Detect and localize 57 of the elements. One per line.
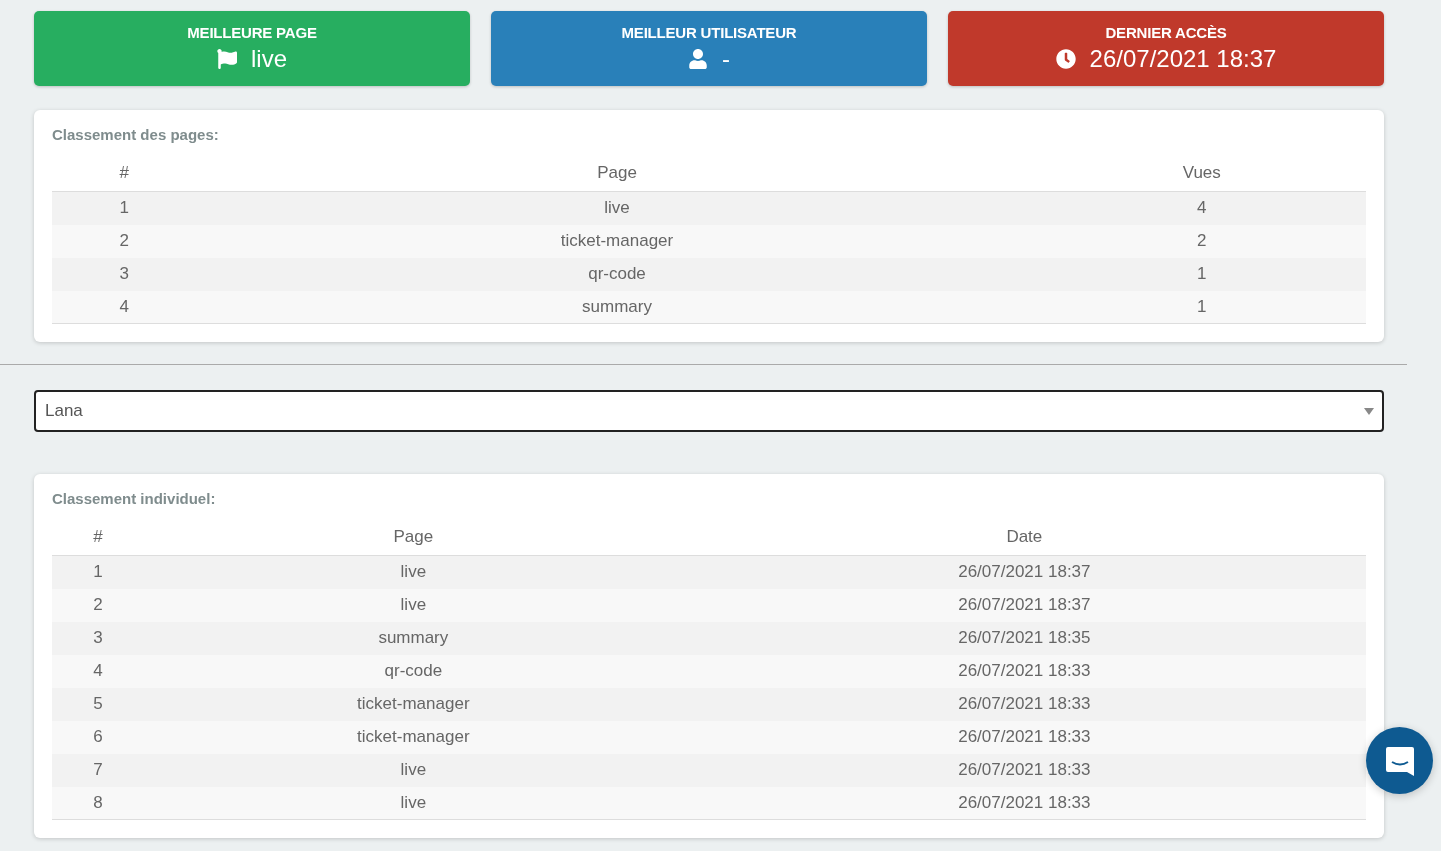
table-cell: 3 [52, 257, 197, 291]
table-cell: 1 [52, 555, 144, 589]
column-header: Page [196, 163, 1038, 192]
table-cell: 5 [52, 687, 144, 721]
table-cell: summary [196, 290, 1038, 324]
table-cell: 8 [52, 786, 144, 820]
table-cell: 1 [1037, 257, 1366, 291]
column-header: Page [143, 527, 683, 556]
table-cell: 26/07/2021 18:33 [682, 720, 1366, 754]
table-cell: 3 [52, 621, 144, 655]
table-cell: qr-code [143, 654, 683, 688]
table-cell: 26/07/2021 18:33 [682, 786, 1366, 820]
flag-icon [217, 49, 237, 69]
table-cell: qr-code [196, 257, 1038, 291]
table-cell: live [143, 753, 683, 787]
column-header: # [52, 527, 144, 556]
card-title: Classement des pages: [52, 126, 220, 143]
caret-icon [1364, 407, 1374, 415]
table-cell: 2 [52, 588, 144, 622]
table-cell: summary [143, 621, 683, 655]
table-cell: live [143, 786, 683, 820]
table-cell: 1 [52, 191, 197, 225]
stat-title: MEILLEUR UTILISATEUR [621, 24, 797, 41]
table-cell: live [143, 555, 683, 589]
table-cell: 26/07/2021 18:37 [682, 555, 1366, 589]
table-cell: 2 [52, 224, 197, 258]
table-cell: 26/07/2021 18:37 [682, 588, 1366, 622]
card-title: Classement individuel: [52, 490, 217, 507]
table-cell: 26/07/2021 18:33 [682, 753, 1366, 787]
chat-button[interactable] [1366, 727, 1433, 794]
column-header: # [52, 163, 197, 192]
table-cell: live [143, 588, 683, 622]
table-cell: ticket-manager [196, 224, 1038, 258]
stat-value: 26/07/2021 18:37 [1089, 45, 1277, 73]
column-header: Vues [1037, 163, 1366, 192]
column-header: Date [682, 527, 1366, 556]
table-cell: 26/07/2021 18:35 [682, 621, 1366, 655]
stat-title: MEILLEURE PAGE [187, 24, 317, 41]
user-icon [688, 49, 708, 69]
table-cell: 7 [52, 753, 144, 787]
table-cell: ticket-manager [143, 720, 683, 754]
stat-value: live [251, 45, 287, 73]
table-cell: 2 [1037, 224, 1366, 258]
table-cell: live [196, 191, 1038, 225]
table-cell: 4 [52, 654, 144, 688]
stat-title: DERNIER ACCÈS [1105, 24, 1227, 41]
table-cell: 26/07/2021 18:33 [682, 654, 1366, 688]
table-cell: ticket-manager [143, 687, 683, 721]
table-cell: 26/07/2021 18:33 [682, 687, 1366, 721]
clock-icon [1055, 49, 1076, 69]
user-select[interactable]: Lana [34, 390, 1384, 432]
chat-icon [1383, 744, 1416, 777]
stat-value: - [722, 45, 730, 73]
table-cell: 4 [52, 290, 197, 324]
table-cell: 6 [52, 720, 144, 754]
table-cell: 1 [1037, 290, 1366, 324]
table-cell: 4 [1037, 191, 1366, 225]
